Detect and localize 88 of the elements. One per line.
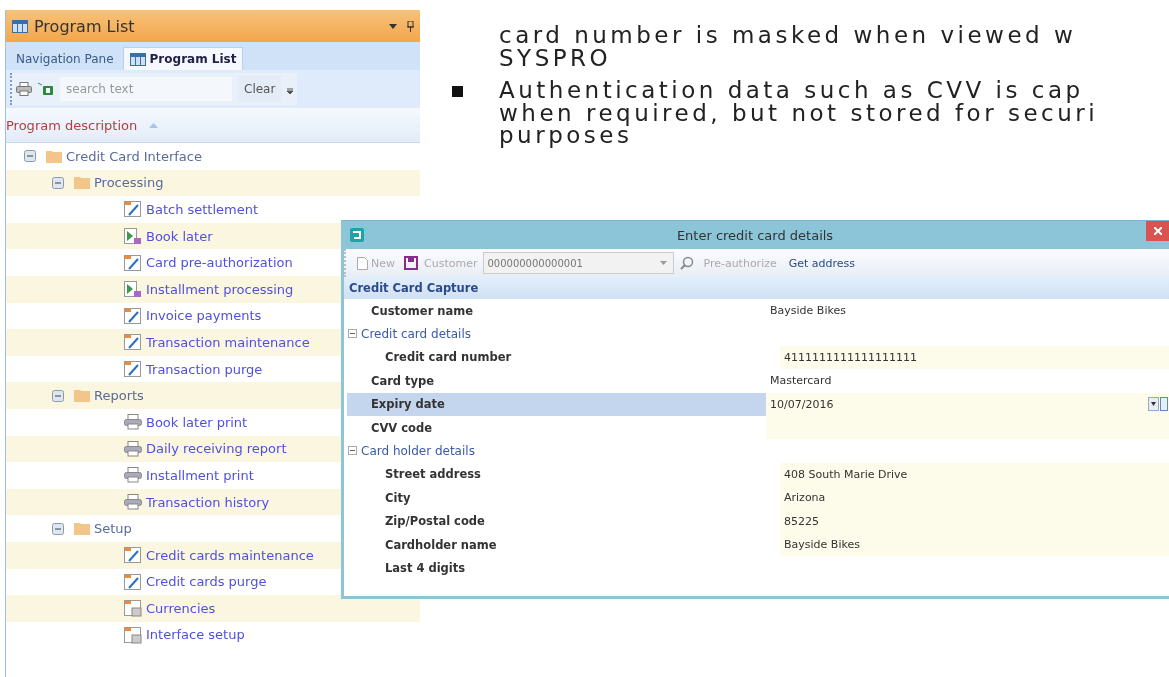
- panel-title: Program List: [34, 16, 136, 36]
- collapse-icon[interactable]: [348, 329, 357, 339]
- form-edit-icon: [124, 546, 142, 565]
- program-link[interactable]: Batch settlement: [146, 202, 259, 217]
- property-label[interactable]: Cardholder name: [347, 532, 780, 557]
- page-icon: [357, 256, 368, 270]
- tree-folder[interactable]: Credit Card Interface: [66, 148, 202, 164]
- print-icon: [124, 414, 142, 431]
- program-link[interactable]: Interface setup: [146, 627, 245, 643]
- property-value[interactable]: 85225: [780, 509, 1169, 533]
- run-document-icon: [124, 227, 142, 246]
- collapse-icon[interactable]: [52, 176, 64, 189]
- program-link[interactable]: Book later: [146, 228, 213, 244]
- tree-folder[interactable]: Setup: [94, 521, 132, 537]
- dialog-title: Enter credit card details: [675, 227, 835, 243]
- category-label[interactable]: Credit card details: [361, 327, 471, 342]
- program-link[interactable]: Transaction purge: [146, 361, 263, 377]
- toolbar-button[interactable]: Get address: [785, 256, 859, 270]
- print-icon: [124, 440, 142, 457]
- collapse-icon[interactable]: [24, 150, 36, 163]
- form-edit-icon: [124, 360, 142, 379]
- property-label[interactable]: Last 4 digits: [347, 556, 780, 580]
- property-label[interactable]: Zip/Postal code: [347, 509, 780, 533]
- program-link[interactable]: Installment processing: [146, 281, 294, 297]
- customer-combo[interactable]: 000000000000001: [483, 252, 675, 274]
- program-link[interactable]: Daily receiving report: [146, 441, 287, 457]
- section-header: Credit Card Capture: [344, 277, 1169, 299]
- caret-icon[interactable]: [389, 23, 397, 29]
- program-link[interactable]: Credit cards purge: [146, 574, 267, 590]
- print-icon: [124, 494, 142, 510]
- save-icon[interactable]: [404, 256, 418, 270]
- program-link[interactable]: Invoice payments: [146, 308, 262, 324]
- app-icon: [350, 228, 364, 242]
- sort-icon: [149, 122, 159, 128]
- close-icon[interactable]: [1154, 227, 1162, 235]
- form-edit-icon: [124, 306, 142, 325]
- property-value[interactable]: Arizona: [780, 486, 1169, 510]
- property-value[interactable]: Bayside Bikes: [766, 299, 1169, 323]
- print-icon[interactable]: [16, 82, 32, 96]
- property-value[interactable]: Bayside Bikes: [780, 532, 1169, 557]
- search-field[interactable]: search text: [60, 77, 232, 101]
- collapse-icon[interactable]: [348, 446, 357, 456]
- tab[interactable]: Navigation Pane: [10, 48, 120, 70]
- property-label[interactable]: Street address: [347, 462, 780, 487]
- property-value[interactable]: Mastercard: [766, 369, 1169, 393]
- run-document-icon: [124, 280, 142, 299]
- print-icon: [124, 467, 142, 484]
- customer-label: Customer: [424, 256, 478, 270]
- form-edit-icon: [124, 333, 142, 352]
- form-edit-icon: [124, 200, 142, 219]
- column-header[interactable]: Program description: [6, 108, 420, 143]
- program-link[interactable]: Card pre-authorization: [146, 255, 293, 271]
- search-icon[interactable]: [680, 256, 695, 270]
- property-label[interactable]: Credit card number: [347, 345, 780, 370]
- program-link[interactable]: Currencies: [146, 600, 216, 616]
- category-label[interactable]: Card holder details: [361, 444, 475, 459]
- collapse-icon[interactable]: [52, 522, 64, 535]
- property-label[interactable]: Customer name: [347, 299, 766, 323]
- table-window-icon: [124, 626, 142, 644]
- property-value[interactable]: 10/07/2016: [766, 392, 1169, 416]
- property-label[interactable]: City: [347, 486, 780, 510]
- form-edit-icon: [124, 253, 142, 272]
- bullet-text: card number is masked when viewed w SYSPRO: [499, 24, 1077, 69]
- property-label[interactable]: Card type: [347, 369, 766, 393]
- tree-folder[interactable]: Reports: [94, 388, 144, 404]
- property-value[interactable]: 4111111111111111111: [780, 345, 1169, 370]
- collapse-icon[interactable]: [52, 389, 64, 402]
- property-label[interactable]: CVV code: [347, 415, 766, 440]
- folder-icon: [74, 522, 90, 536]
- program-link[interactable]: Installment print: [146, 467, 254, 483]
- tree-folder[interactable]: Processing: [94, 175, 164, 191]
- folder-icon: [46, 149, 62, 163]
- folder-icon: [74, 389, 90, 403]
- property-label[interactable]: Expiry date: [347, 392, 766, 416]
- program-link[interactable]: Book later print: [146, 414, 248, 430]
- dropdown-icon[interactable]: [1148, 397, 1168, 412]
- export-icon[interactable]: [38, 82, 54, 96]
- clear-button[interactable]: Clear: [238, 76, 282, 102]
- form-edit-icon: [124, 572, 142, 591]
- tab[interactable]: Program List: [122, 47, 244, 70]
- property-value[interactable]: 408 South Marie Drive: [780, 462, 1169, 487]
- table-window-icon: [124, 599, 142, 618]
- grid-icon: [12, 19, 28, 33]
- pin-icon[interactable]: [407, 20, 414, 32]
- folder-icon: [74, 176, 90, 190]
- program-link[interactable]: Transaction history: [146, 494, 270, 510]
- close-button[interactable]: [1146, 221, 1169, 241]
- bullet-text: Authentication data such as CVV is cap when required, but not stored for securi purposes: [499, 79, 1099, 147]
